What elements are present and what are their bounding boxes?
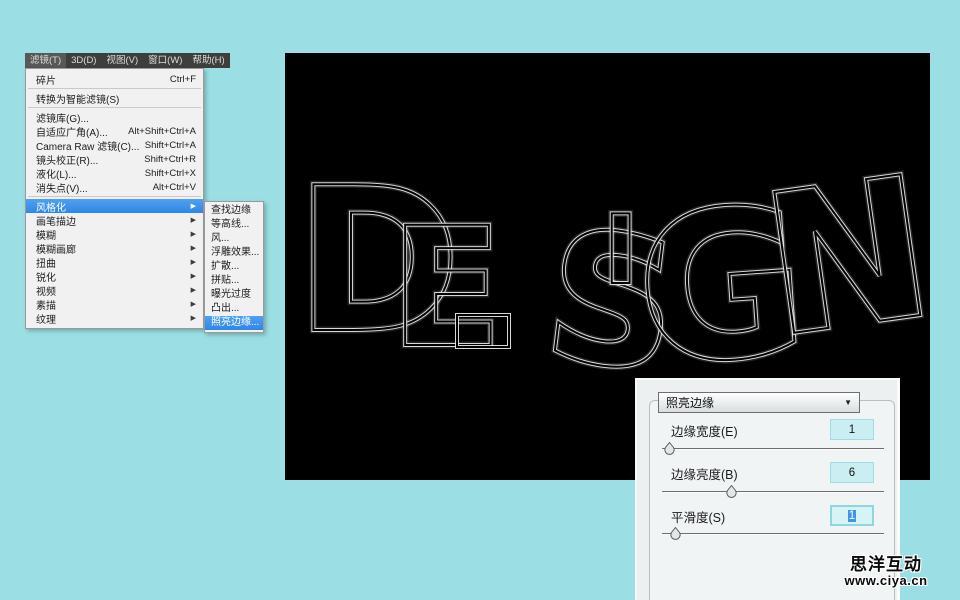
submenu-item-find-edges[interactable]: 查找边缘: [205, 204, 263, 218]
menu-item-blur-gallery[interactable]: 模糊画廊 ▶: [26, 241, 203, 255]
submenu-arrow-icon: ▶: [191, 300, 196, 308]
letter-e: E E E: [390, 192, 503, 384]
watermark-url: www.ciya.cn: [836, 574, 936, 588]
filter-menu: 碎片 Ctrl+F 转换为智能滤镜(S) 滤镜库(G)... 自适应广角(A).…: [25, 68, 204, 329]
submenu-arrow-icon: ▶: [191, 216, 196, 224]
menu-item-vanishing-point[interactable]: 消失点(V)... Alt+Ctrl+V: [26, 180, 203, 194]
slider-track: [662, 533, 884, 535]
smoothness-slider[interactable]: [662, 527, 884, 541]
submenu-item-glowing-edges[interactable]: 照亮边缘...: [205, 316, 263, 330]
menu-item-label: 镜头校正(R)...: [36, 152, 98, 167]
menu-item-convert-smart-filters[interactable]: 转换为智能滤镜(S): [26, 91, 203, 105]
menu-item-label: Camera Raw 滤镜(C)...: [36, 138, 139, 153]
menu-item-fragment[interactable]: 碎片 Ctrl+F: [26, 72, 203, 86]
slider-thumb[interactable]: [664, 442, 675, 456]
filter-select-dropdown[interactable]: 照亮边缘 ▼: [658, 392, 860, 413]
letter-n: N N N: [751, 133, 930, 381]
filter-select-value: 照亮边缘: [666, 394, 714, 411]
edge-brightness-label: 边缘亮度(B): [671, 464, 738, 483]
edge-width-field[interactable]: 1: [830, 419, 874, 440]
menu-item-texture[interactable]: 纹理 ▶: [26, 311, 203, 325]
menu-item-lens-correction[interactable]: 镜头校正(R)... Shift+Ctrl+R: [26, 152, 203, 166]
menu-item-shortcut: Alt+Shift+Ctrl+A: [128, 126, 196, 137]
stylize-submenu: 查找边缘 等高线... 风... 浮雕效果... 扩散... 拼贴... 曝光过…: [204, 201, 264, 333]
menu-item-label: 风格化: [36, 199, 66, 214]
menu-item-label: 液化(L)...: [36, 166, 77, 181]
menubar-item-view[interactable]: 视图(V): [101, 53, 143, 68]
menu-item-label: 视频: [36, 283, 56, 298]
menu-item-shortcut: Shift+Ctrl+X: [145, 168, 196, 179]
menubar-item-help[interactable]: 帮助(H): [187, 53, 229, 68]
menu-item-label: 画笔描边: [36, 213, 76, 228]
menubar: 滤镜(T) 3D(D) 视图(V) 窗口(W) 帮助(H): [25, 53, 230, 68]
menu-item-sketch[interactable]: 素描 ▶: [26, 297, 203, 311]
dropdown-arrow-icon: ▼: [844, 398, 852, 407]
menu-item-shortcut: Shift+Ctrl+R: [144, 154, 196, 165]
menubar-item-3d[interactable]: 3D(D): [66, 53, 101, 68]
menu-item-label: 素描: [36, 297, 56, 312]
submenu-item-diffuse[interactable]: 扩散...: [205, 260, 263, 274]
submenu-arrow-icon: ▶: [191, 202, 196, 210]
edge-width-value: 1: [849, 424, 855, 436]
menu-item-label: 锐化: [36, 269, 56, 284]
menu-item-sharpen[interactable]: 锐化 ▶: [26, 269, 203, 283]
menu-item-shortcut: Alt+Ctrl+V: [153, 182, 196, 193]
submenu-item-wind[interactable]: 风...: [205, 232, 263, 246]
menubar-item-window[interactable]: 窗口(W): [143, 53, 187, 68]
menu-item-liquify[interactable]: 液化(L)... Shift+Ctrl+X: [26, 166, 203, 180]
menu-item-label: 模糊画廊: [36, 241, 76, 256]
slider-track: [662, 448, 884, 450]
submenu-item-tiles[interactable]: 拼贴...: [205, 274, 263, 288]
submenu-arrow-icon: ▶: [191, 244, 196, 252]
watermark-brand: 思洋互动: [836, 556, 936, 574]
edge-width-slider[interactable]: [662, 442, 884, 456]
submenu-item-trace-contour[interactable]: 等高线...: [205, 218, 263, 232]
menu-item-label: 消失点(V)...: [36, 180, 88, 195]
menu-item-brush-strokes[interactable]: 画笔描边 ▶: [26, 213, 203, 227]
menu-separator: [28, 196, 201, 197]
menu-item-video[interactable]: 视频 ▶: [26, 283, 203, 297]
menu-item-label: 纹理: [36, 311, 56, 326]
submenu-item-extrude[interactable]: 凸出...: [205, 302, 263, 316]
slider-track: [662, 491, 884, 493]
watermark: 思洋互动 www.ciya.cn: [836, 556, 936, 587]
menu-item-label: 自适应广角(A)...: [36, 124, 108, 139]
edge-brightness-field[interactable]: 6: [830, 462, 874, 483]
menu-item-distort[interactable]: 扭曲 ▶: [26, 255, 203, 269]
menubar-item-filter[interactable]: 滤镜(T): [25, 53, 66, 68]
submenu-arrow-icon: ▶: [191, 314, 196, 322]
menu-item-filter-gallery[interactable]: 滤镜库(G)...: [26, 110, 203, 124]
menu-item-shortcut: Ctrl+F: [170, 74, 196, 85]
menu-item-label: 模糊: [36, 227, 56, 242]
smoothness-value-selected: 1: [848, 510, 856, 522]
submenu-arrow-icon: ▶: [191, 286, 196, 294]
menu-item-adaptive-wide-angle[interactable]: 自适应广角(A)... Alt+Shift+Ctrl+A: [26, 124, 203, 138]
menu-item-label: 扭曲: [36, 255, 56, 270]
svg-text:N: N: [751, 133, 930, 381]
svg-text:E: E: [390, 192, 503, 384]
menu-separator: [28, 107, 201, 108]
slider-thumb[interactable]: [726, 485, 737, 499]
menu-item-label: 滤镜库(G)...: [36, 110, 89, 125]
menu-item-blur[interactable]: 模糊 ▶: [26, 227, 203, 241]
submenu-item-solarize[interactable]: 曝光过度: [205, 288, 263, 302]
menu-item-label: 碎片: [36, 72, 56, 87]
menu-separator: [28, 88, 201, 89]
submenu-item-emboss[interactable]: 浮雕效果...: [205, 246, 263, 260]
edge-brightness-slider[interactable]: [662, 485, 884, 499]
smoothness-label: 平滑度(S): [671, 507, 725, 526]
menu-item-shortcut: Shift+Ctrl+A: [145, 140, 196, 151]
submenu-arrow-icon: ▶: [191, 230, 196, 238]
menu-item-label: 转换为智能滤镜(S): [36, 91, 119, 106]
submenu-arrow-icon: ▶: [191, 258, 196, 266]
edge-brightness-value: 6: [849, 467, 855, 479]
smoothness-field[interactable]: 1: [830, 505, 874, 526]
menu-item-camera-raw[interactable]: Camera Raw 滤镜(C)... Shift+Ctrl+A: [26, 138, 203, 152]
submenu-arrow-icon: ▶: [191, 272, 196, 280]
edge-width-label: 边缘宽度(E): [671, 421, 738, 440]
menu-item-stylize[interactable]: 风格化 ▶: [26, 199, 203, 213]
slider-thumb[interactable]: [670, 527, 681, 541]
